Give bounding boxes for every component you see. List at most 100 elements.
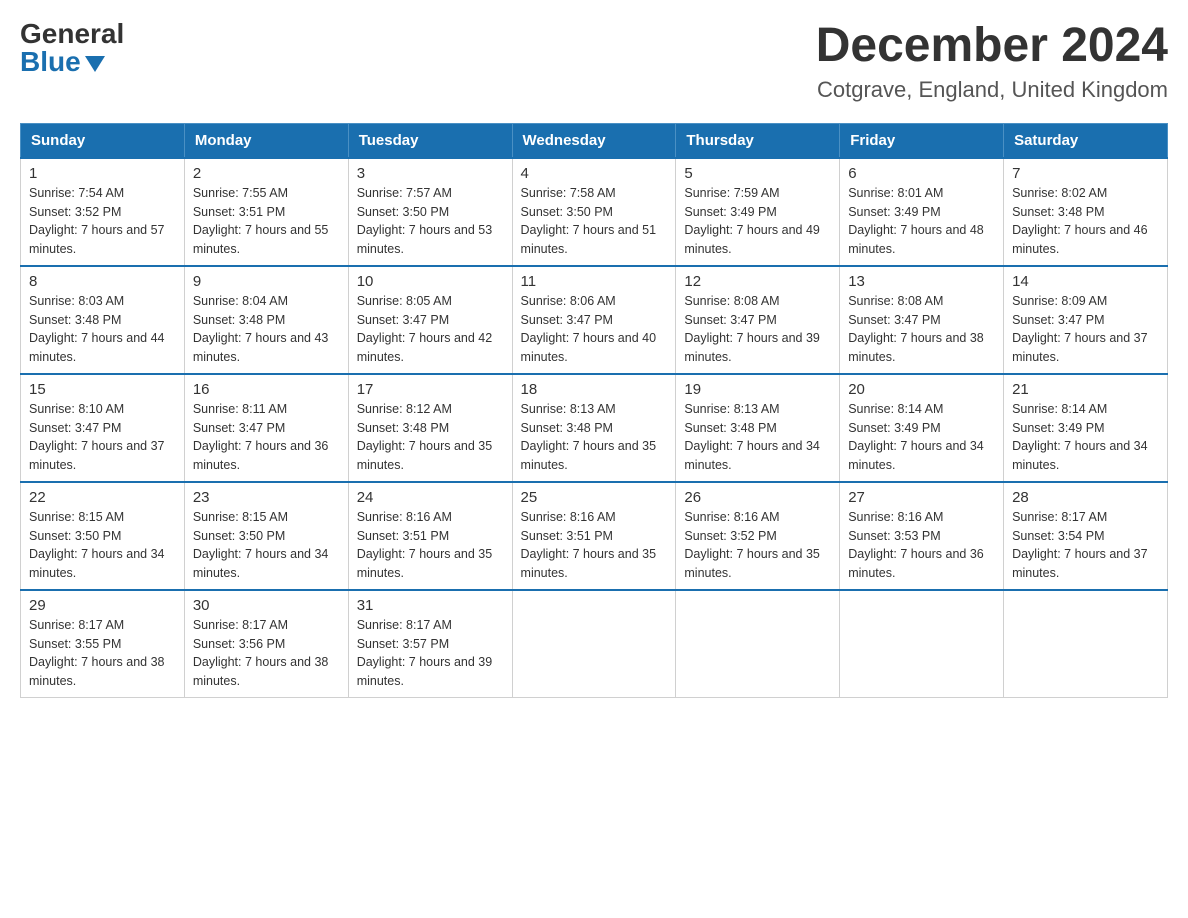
day-info: Sunrise: 8:17 AMSunset: 3:54 PMDaylight:… [1012, 510, 1148, 580]
day-info: Sunrise: 8:04 AMSunset: 3:48 PMDaylight:… [193, 294, 329, 364]
calendar-cell: 29 Sunrise: 8:17 AMSunset: 3:55 PMDaylig… [21, 590, 185, 698]
calendar-cell: 14 Sunrise: 8:09 AMSunset: 3:47 PMDaylig… [1004, 266, 1168, 374]
day-info: Sunrise: 8:05 AMSunset: 3:47 PMDaylight:… [357, 294, 493, 364]
calendar-header-tuesday: Tuesday [348, 123, 512, 158]
calendar-week-row: 29 Sunrise: 8:17 AMSunset: 3:55 PMDaylig… [21, 590, 1168, 698]
day-number: 10 [357, 273, 504, 290]
calendar-cell: 8 Sunrise: 8:03 AMSunset: 3:48 PMDayligh… [21, 266, 185, 374]
day-number: 12 [684, 273, 831, 290]
calendar-cell: 31 Sunrise: 8:17 AMSunset: 3:57 PMDaylig… [348, 590, 512, 698]
calendar-cell: 15 Sunrise: 8:10 AMSunset: 3:47 PMDaylig… [21, 374, 185, 482]
day-info: Sunrise: 8:08 AMSunset: 3:47 PMDaylight:… [684, 294, 820, 364]
calendar-header-monday: Monday [184, 123, 348, 158]
calendar-cell: 18 Sunrise: 8:13 AMSunset: 3:48 PMDaylig… [512, 374, 676, 482]
day-info: Sunrise: 8:02 AMSunset: 3:48 PMDaylight:… [1012, 186, 1148, 256]
calendar-cell [676, 590, 840, 698]
day-info: Sunrise: 8:16 AMSunset: 3:51 PMDaylight:… [521, 510, 657, 580]
logo: General Blue [20, 20, 124, 76]
calendar-cell: 17 Sunrise: 8:12 AMSunset: 3:48 PMDaylig… [348, 374, 512, 482]
logo-general-text: General [20, 20, 124, 48]
day-info: Sunrise: 8:16 AMSunset: 3:51 PMDaylight:… [357, 510, 493, 580]
day-info: Sunrise: 8:11 AMSunset: 3:47 PMDaylight:… [193, 402, 329, 472]
day-info: Sunrise: 8:16 AMSunset: 3:52 PMDaylight:… [684, 510, 820, 580]
calendar-cell: 7 Sunrise: 8:02 AMSunset: 3:48 PMDayligh… [1004, 158, 1168, 266]
day-number: 16 [193, 381, 340, 398]
day-info: Sunrise: 8:13 AMSunset: 3:48 PMDaylight:… [521, 402, 657, 472]
calendar-cell: 21 Sunrise: 8:14 AMSunset: 3:49 PMDaylig… [1004, 374, 1168, 482]
calendar-cell: 30 Sunrise: 8:17 AMSunset: 3:56 PMDaylig… [184, 590, 348, 698]
day-number: 4 [521, 165, 668, 182]
day-info: Sunrise: 8:15 AMSunset: 3:50 PMDaylight:… [29, 510, 165, 580]
day-info: Sunrise: 7:58 AMSunset: 3:50 PMDaylight:… [521, 186, 657, 256]
calendar-cell: 4 Sunrise: 7:58 AMSunset: 3:50 PMDayligh… [512, 158, 676, 266]
calendar-header-wednesday: Wednesday [512, 123, 676, 158]
calendar-week-row: 1 Sunrise: 7:54 AMSunset: 3:52 PMDayligh… [21, 158, 1168, 266]
day-info: Sunrise: 7:57 AMSunset: 3:50 PMDaylight:… [357, 186, 493, 256]
calendar-week-row: 8 Sunrise: 8:03 AMSunset: 3:48 PMDayligh… [21, 266, 1168, 374]
day-number: 9 [193, 273, 340, 290]
day-number: 22 [29, 489, 176, 506]
calendar-cell: 24 Sunrise: 8:16 AMSunset: 3:51 PMDaylig… [348, 482, 512, 590]
day-number: 24 [357, 489, 504, 506]
day-info: Sunrise: 8:08 AMSunset: 3:47 PMDaylight:… [848, 294, 984, 364]
day-number: 14 [1012, 273, 1159, 290]
calendar-cell: 26 Sunrise: 8:16 AMSunset: 3:52 PMDaylig… [676, 482, 840, 590]
logo-blue-text: Blue [20, 48, 105, 76]
calendar-cell: 23 Sunrise: 8:15 AMSunset: 3:50 PMDaylig… [184, 482, 348, 590]
day-info: Sunrise: 8:12 AMSunset: 3:48 PMDaylight:… [357, 402, 493, 472]
day-number: 19 [684, 381, 831, 398]
day-info: Sunrise: 8:14 AMSunset: 3:49 PMDaylight:… [1012, 402, 1148, 472]
day-number: 18 [521, 381, 668, 398]
calendar-cell: 19 Sunrise: 8:13 AMSunset: 3:48 PMDaylig… [676, 374, 840, 482]
day-info: Sunrise: 8:17 AMSunset: 3:56 PMDaylight:… [193, 618, 329, 688]
day-info: Sunrise: 8:17 AMSunset: 3:57 PMDaylight:… [357, 618, 493, 688]
page-header: General Blue December 2024 Cotgrave, Eng… [20, 20, 1168, 103]
day-number: 20 [848, 381, 995, 398]
day-info: Sunrise: 8:03 AMSunset: 3:48 PMDaylight:… [29, 294, 165, 364]
calendar-cell: 1 Sunrise: 7:54 AMSunset: 3:52 PMDayligh… [21, 158, 185, 266]
day-number: 17 [357, 381, 504, 398]
day-number: 28 [1012, 489, 1159, 506]
calendar-cell: 27 Sunrise: 8:16 AMSunset: 3:53 PMDaylig… [840, 482, 1004, 590]
calendar-cell: 2 Sunrise: 7:55 AMSunset: 3:51 PMDayligh… [184, 158, 348, 266]
day-info: Sunrise: 7:55 AMSunset: 3:51 PMDaylight:… [193, 186, 329, 256]
day-info: Sunrise: 7:54 AMSunset: 3:52 PMDaylight:… [29, 186, 165, 256]
day-number: 7 [1012, 165, 1159, 182]
calendar-cell: 5 Sunrise: 7:59 AMSunset: 3:49 PMDayligh… [676, 158, 840, 266]
calendar-cell: 22 Sunrise: 8:15 AMSunset: 3:50 PMDaylig… [21, 482, 185, 590]
day-info: Sunrise: 8:13 AMSunset: 3:48 PMDaylight:… [684, 402, 820, 472]
day-number: 2 [193, 165, 340, 182]
calendar-cell: 6 Sunrise: 8:01 AMSunset: 3:49 PMDayligh… [840, 158, 1004, 266]
day-info: Sunrise: 7:59 AMSunset: 3:49 PMDaylight:… [684, 186, 820, 256]
day-info: Sunrise: 8:16 AMSunset: 3:53 PMDaylight:… [848, 510, 984, 580]
calendar-header-thursday: Thursday [676, 123, 840, 158]
calendar-cell [1004, 590, 1168, 698]
day-info: Sunrise: 8:09 AMSunset: 3:47 PMDaylight:… [1012, 294, 1148, 364]
calendar-cell: 20 Sunrise: 8:14 AMSunset: 3:49 PMDaylig… [840, 374, 1004, 482]
calendar-subtitle: Cotgrave, England, United Kingdom [816, 77, 1168, 103]
calendar-cell: 3 Sunrise: 7:57 AMSunset: 3:50 PMDayligh… [348, 158, 512, 266]
day-info: Sunrise: 8:15 AMSunset: 3:50 PMDaylight:… [193, 510, 329, 580]
calendar-header-sunday: Sunday [21, 123, 185, 158]
day-info: Sunrise: 8:06 AMSunset: 3:47 PMDaylight:… [521, 294, 657, 364]
calendar-header-row: SundayMondayTuesdayWednesdayThursdayFrid… [21, 123, 1168, 158]
calendar-cell [512, 590, 676, 698]
day-info: Sunrise: 8:01 AMSunset: 3:49 PMDaylight:… [848, 186, 984, 256]
calendar-cell: 13 Sunrise: 8:08 AMSunset: 3:47 PMDaylig… [840, 266, 1004, 374]
calendar-cell: 16 Sunrise: 8:11 AMSunset: 3:47 PMDaylig… [184, 374, 348, 482]
day-number: 23 [193, 489, 340, 506]
title-block: December 2024 Cotgrave, England, United … [816, 20, 1168, 103]
calendar-header-saturday: Saturday [1004, 123, 1168, 158]
day-number: 11 [521, 273, 668, 290]
day-info: Sunrise: 8:10 AMSunset: 3:47 PMDaylight:… [29, 402, 165, 472]
day-number: 30 [193, 597, 340, 614]
day-number: 26 [684, 489, 831, 506]
day-number: 25 [521, 489, 668, 506]
day-number: 13 [848, 273, 995, 290]
calendar-cell: 25 Sunrise: 8:16 AMSunset: 3:51 PMDaylig… [512, 482, 676, 590]
day-number: 5 [684, 165, 831, 182]
day-number: 3 [357, 165, 504, 182]
calendar-cell: 28 Sunrise: 8:17 AMSunset: 3:54 PMDaylig… [1004, 482, 1168, 590]
calendar-week-row: 15 Sunrise: 8:10 AMSunset: 3:47 PMDaylig… [21, 374, 1168, 482]
calendar-cell: 9 Sunrise: 8:04 AMSunset: 3:48 PMDayligh… [184, 266, 348, 374]
